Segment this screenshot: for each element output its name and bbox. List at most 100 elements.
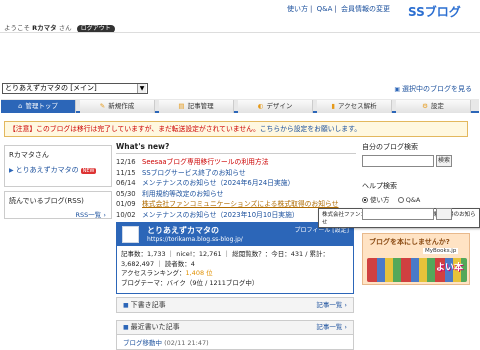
help-search-button[interactable] [436,208,452,220]
tab-label: 記事管理 [187,102,214,110]
news-link[interactable]: メンテナンスのお知らせ（2024年6月24日実施） [142,179,294,187]
recent-title: 最近書いた記事 [130,323,180,331]
ssblog-logo[interactable]: SSブログ [408,2,472,20]
user-blog-label: とりあえずカマタの [15,166,79,174]
tab-settings[interactable]: ⚙ 設定 [396,100,471,113]
home-icon: ⌂ [18,102,23,110]
pencil-icon: ✎ [99,102,106,110]
recent-post-item[interactable]: ブログ移動中 (02/11 21:47) [117,335,353,349]
welcome-suffix: さん [58,24,72,32]
news-date: 01/09 [116,200,136,208]
account-settings-link[interactable]: 会員情報の変更 [341,5,390,13]
rss-list-label: RSS一覧 [75,211,102,219]
qa-link[interactable]: Q&A [317,5,333,13]
blog-select[interactable]: とりあえずカマタの [メイン] ▼ [2,83,148,94]
recent-posts-section: ■ 最近書いた記事 記事一覧 › ブログ移動中 (02/11 21:47) [116,320,354,350]
blog-select-value: とりあえずカマタの [メイン] [5,84,97,92]
radio-selected-icon [362,197,368,203]
news-item: 12/16 Seesaaブログ専用移行ツールの利用方法 [116,157,356,168]
mybooks-banner[interactable]: ブログを本にしませんか? MyBooks.jp よい本 [362,233,470,285]
user-box-name: Rカマタさん [9,151,49,159]
reading-title: 読んでいるブログ(RSS) [9,197,84,205]
recent-list-label: 記事一覧 [316,323,343,331]
recent-header: ■ 最近書いた記事 記事一覧 › [117,321,353,335]
drafts-list-label: 記事一覧 [316,301,343,309]
view-blog-label: 選択中のブログを見る [402,85,472,93]
blog-avatar[interactable] [122,226,139,243]
tab-label: 設定 [430,102,444,110]
help-search-input[interactable] [362,208,434,220]
howto-link[interactable]: 使い方 [287,5,308,13]
user-box: Rカマタさん ▶ とりあえずカマタの NEW [4,145,112,187]
blog-stats-line1: 記事数：1,733 ｜ nice!：12,761 ｜ 総閲覧数？：今日：431 … [121,250,329,258]
tab-design[interactable]: ◐ デザイン [238,100,313,113]
tab-new-post[interactable]: ✎ 新規作成 [80,100,155,113]
blog-card: とりあえずカマタの https://torikama.blog.ss-blog.… [116,222,354,294]
gear-icon: ⚙ [422,102,428,110]
help-radio-qa[interactable]: Q&A [397,196,420,204]
ranking-label: アクセスランキング： [121,269,186,277]
news-item: 11/15 SSブログサービス終了のお知らせ [116,168,356,179]
transfer-notice: 【注意】このブログは移行は完了していますが、まだ転送設定がされていません。こちら… [4,121,468,137]
main-nav: ⌂ 管理トップ ✎ 新規作成 ▤ 記事管理 ◐ デザイン ▮ アクセス解析 ⚙ 設定 [1,99,479,113]
help-radio-label: 使い方 [370,196,390,204]
tab-label: 管理トップ [25,102,58,110]
tab-label: 新規作成 [108,102,135,110]
blog-search-button[interactable]: 検索 [436,155,452,167]
blog-card-name[interactable]: とりあえずカマタの [147,225,219,236]
user-blog-link[interactable]: ▶ とりあえずカマタの NEW [9,165,107,175]
news-date: 06/14 [116,179,136,187]
news-link[interactable]: Seesaaブログ専用移行ツールの利用方法 [142,158,269,166]
right-sidebar: 自分のブログ検索 検索 ヘルプ検索 使い方 Q&A [362,142,474,220]
chevron-right-icon: › [103,211,106,219]
banner-brand: MyBooks.jp [423,248,459,254]
news-link[interactable]: 利用規約等改定のお知らせ [142,190,223,198]
news-link[interactable]: メンテナンスのお知らせ（2023年10月10日実施） [142,211,299,219]
blog-stats: 記事数：1,733 ｜ nice!：12,761 ｜ 総閲覧数？：今日：431 … [117,246,353,292]
arrow-right-icon: ■ [123,324,129,331]
chevron-down-icon: ▼ [137,84,146,93]
tab-dashboard[interactable]: ⌂ 管理トップ [1,100,76,113]
arrow-right-icon: ▣ [394,86,400,93]
view-blog-link[interactable]: ▣ 選択中のブログを見る [394,84,472,94]
drafts-title: 下書き記事 [130,301,166,309]
recent-post-date: (02/11 21:47) [164,339,209,347]
tab-access-analysis[interactable]: ▮ アクセス解析 [317,100,392,113]
blog-search-title: 自分のブログ検索 [362,143,418,151]
notice-text: 【注意】このブログは移行は完了していますが、まだ転送設定がされていません。 [9,125,260,133]
welcome-prefix: ようこそ [4,24,30,32]
arrow-right-icon: ■ [123,302,129,309]
new-badge: NEW [80,168,97,174]
news-item: 05/30 利用規約等改定のお知らせ [116,189,356,200]
whats-new-title: What's new? [116,142,356,154]
tab-label: デザイン [266,102,293,110]
help-radio-howto[interactable]: 使い方 [362,196,390,204]
news-date: 10/02 [116,210,136,219]
document-icon: ▤ [178,102,185,110]
news-date: 12/16 [116,158,136,166]
tab-article-management[interactable]: ▤ 記事管理 [159,100,234,113]
notice-settings-link[interactable]: こちらから設定をお願いします。 [260,125,361,133]
recent-list-link[interactable]: 記事一覧 › [316,321,347,334]
radio-unselected-icon [397,197,404,203]
banner-title: ブログを本にしませんか? [369,238,450,246]
rss-list-link[interactable]: RSS一覧 › [76,209,106,219]
drafts-section: ■ 下書き記事 記事一覧 › [116,297,354,313]
blog-stats-line2: 3,682,497 ｜ 読者数：4 [121,259,195,268]
blog-card-url[interactable]: https://torikama.blog.ss-blog.jp/ [147,236,243,243]
drafts-list-link[interactable]: 記事一覧 › [316,298,347,312]
left-sidebar: Rカマタさん ▶ とりあえずカマタの NEW 読んでいるブログ(RSS) RSS一覧… [4,145,112,219]
header: 使い方 | Q&A | 会員情報の変更 SSブログ ようこそ Rカマタ さん ログア… [0,0,480,66]
blog-search-input[interactable] [362,155,434,167]
palette-icon: ◐ [257,102,264,110]
news-link[interactable]: SSブログサービス終了のお知らせ [142,169,246,177]
ranking-value: 1,408 位 [185,269,213,277]
logo-text: SSブログ [408,4,461,19]
news-date: 11/15 [116,168,136,177]
help-search-row [362,204,474,220]
blog-theme: ブログテーマ：バイク（9位 / 1211ブログ中） [121,278,259,287]
news-link[interactable]: 株式会社ファンコミュニケーションズによる株式取得のお知らせ [142,200,339,208]
arrow-right-icon: ▶ [9,167,14,174]
help-search-section: ヘルプ検索 使い方 Q&A [362,181,474,220]
news-item: 06/14 メンテナンスのお知らせ（2024年6月24日実施） [116,178,356,189]
